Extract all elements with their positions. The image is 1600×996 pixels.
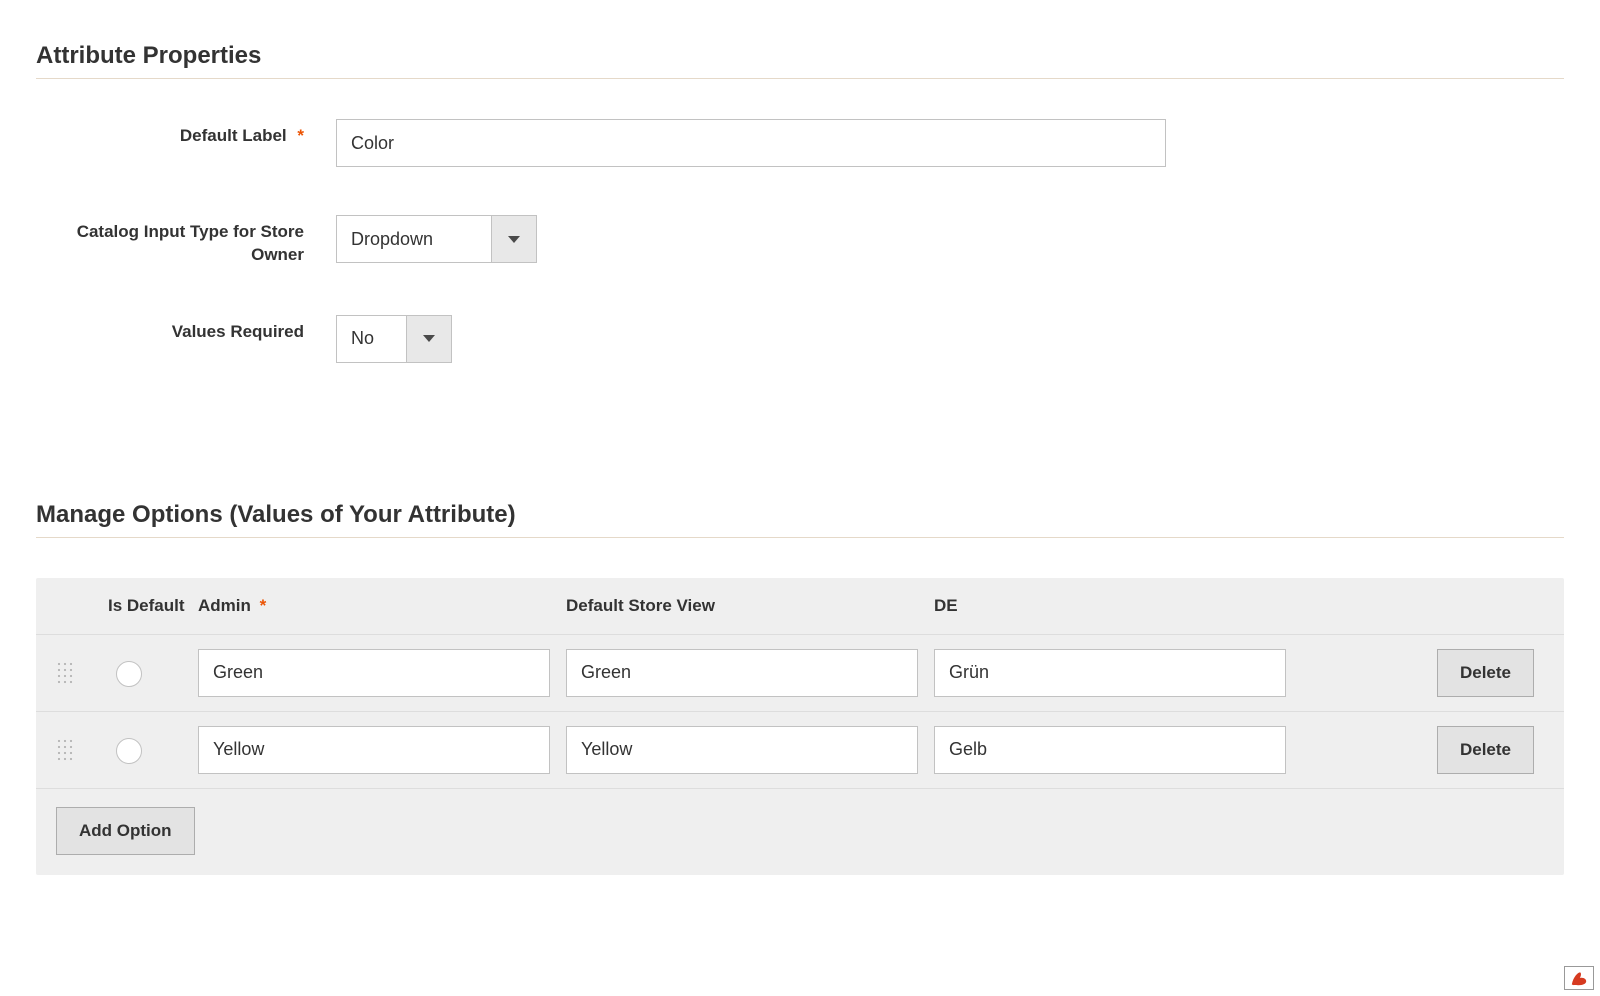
- row-default-label: Default Label *: [36, 119, 1564, 167]
- is-default-radio[interactable]: [116, 738, 142, 764]
- required-marker: *: [297, 126, 304, 145]
- option-default-store-view-input[interactable]: [566, 726, 918, 774]
- options-header: Is Default Admin * Default Store View DE: [36, 578, 1564, 635]
- delete-option-button[interactable]: Delete: [1437, 726, 1534, 774]
- default-label-input[interactable]: [336, 119, 1166, 167]
- label-values-required-text: Values Required: [172, 322, 304, 341]
- catalog-input-type-select[interactable]: Dropdown: [336, 215, 537, 263]
- col-header-de: DE: [934, 596, 1286, 616]
- option-de-input[interactable]: [934, 726, 1286, 774]
- label-values-required: Values Required: [36, 315, 336, 344]
- delete-option-button[interactable]: Delete: [1437, 649, 1534, 697]
- col-header-is-default: Is Default: [96, 596, 198, 616]
- values-required-select[interactable]: No: [336, 315, 452, 363]
- add-option-button[interactable]: Add Option: [56, 807, 195, 855]
- option-admin-input[interactable]: [198, 649, 550, 697]
- col-header-de-text: DE: [934, 596, 958, 615]
- label-catalog-input-type: Catalog Input Type for Store Owner: [36, 215, 336, 267]
- label-default-label: Default Label *: [36, 119, 336, 148]
- col-header-admin-text: Admin: [198, 596, 251, 615]
- option-default-store-view-input[interactable]: [566, 649, 918, 697]
- col-header-admin: Admin *: [198, 596, 550, 616]
- section-title-manage-options: Manage Options (Values of Your Attribute…: [36, 501, 1564, 529]
- drag-handle-icon[interactable]: [56, 661, 96, 685]
- catalog-input-type-value: Dropdown: [336, 215, 491, 263]
- section-divider: [36, 78, 1564, 79]
- option-row: Delete: [36, 712, 1564, 789]
- option-de-input[interactable]: [934, 649, 1286, 697]
- label-default-label-text: Default Label: [180, 126, 287, 145]
- row-values-required: Values Required No: [36, 315, 1564, 363]
- col-header-dsv-text: Default Store View: [566, 596, 715, 615]
- section-divider: [36, 537, 1564, 538]
- col-header-is-default-text: Is Default: [108, 596, 185, 615]
- label-catalog-input-type-text: Catalog Input Type for Store Owner: [77, 222, 304, 264]
- options-panel: Is Default Admin * Default Store View DE: [36, 578, 1564, 875]
- chevron-down-icon: [491, 215, 537, 263]
- row-catalog-input-type: Catalog Input Type for Store Owner Dropd…: [36, 215, 1564, 267]
- required-marker: *: [260, 596, 267, 615]
- chevron-down-icon: [406, 315, 452, 363]
- section-title-attribute-properties: Attribute Properties: [36, 42, 1564, 70]
- values-required-value: No: [336, 315, 406, 363]
- option-row: Delete: [36, 635, 1564, 712]
- col-header-default-store-view: Default Store View: [566, 596, 918, 616]
- options-footer: Add Option: [36, 789, 1564, 875]
- app-logo-icon: [1564, 966, 1594, 990]
- drag-handle-icon[interactable]: [56, 738, 96, 762]
- option-admin-input[interactable]: [198, 726, 550, 774]
- is-default-radio[interactable]: [116, 661, 142, 687]
